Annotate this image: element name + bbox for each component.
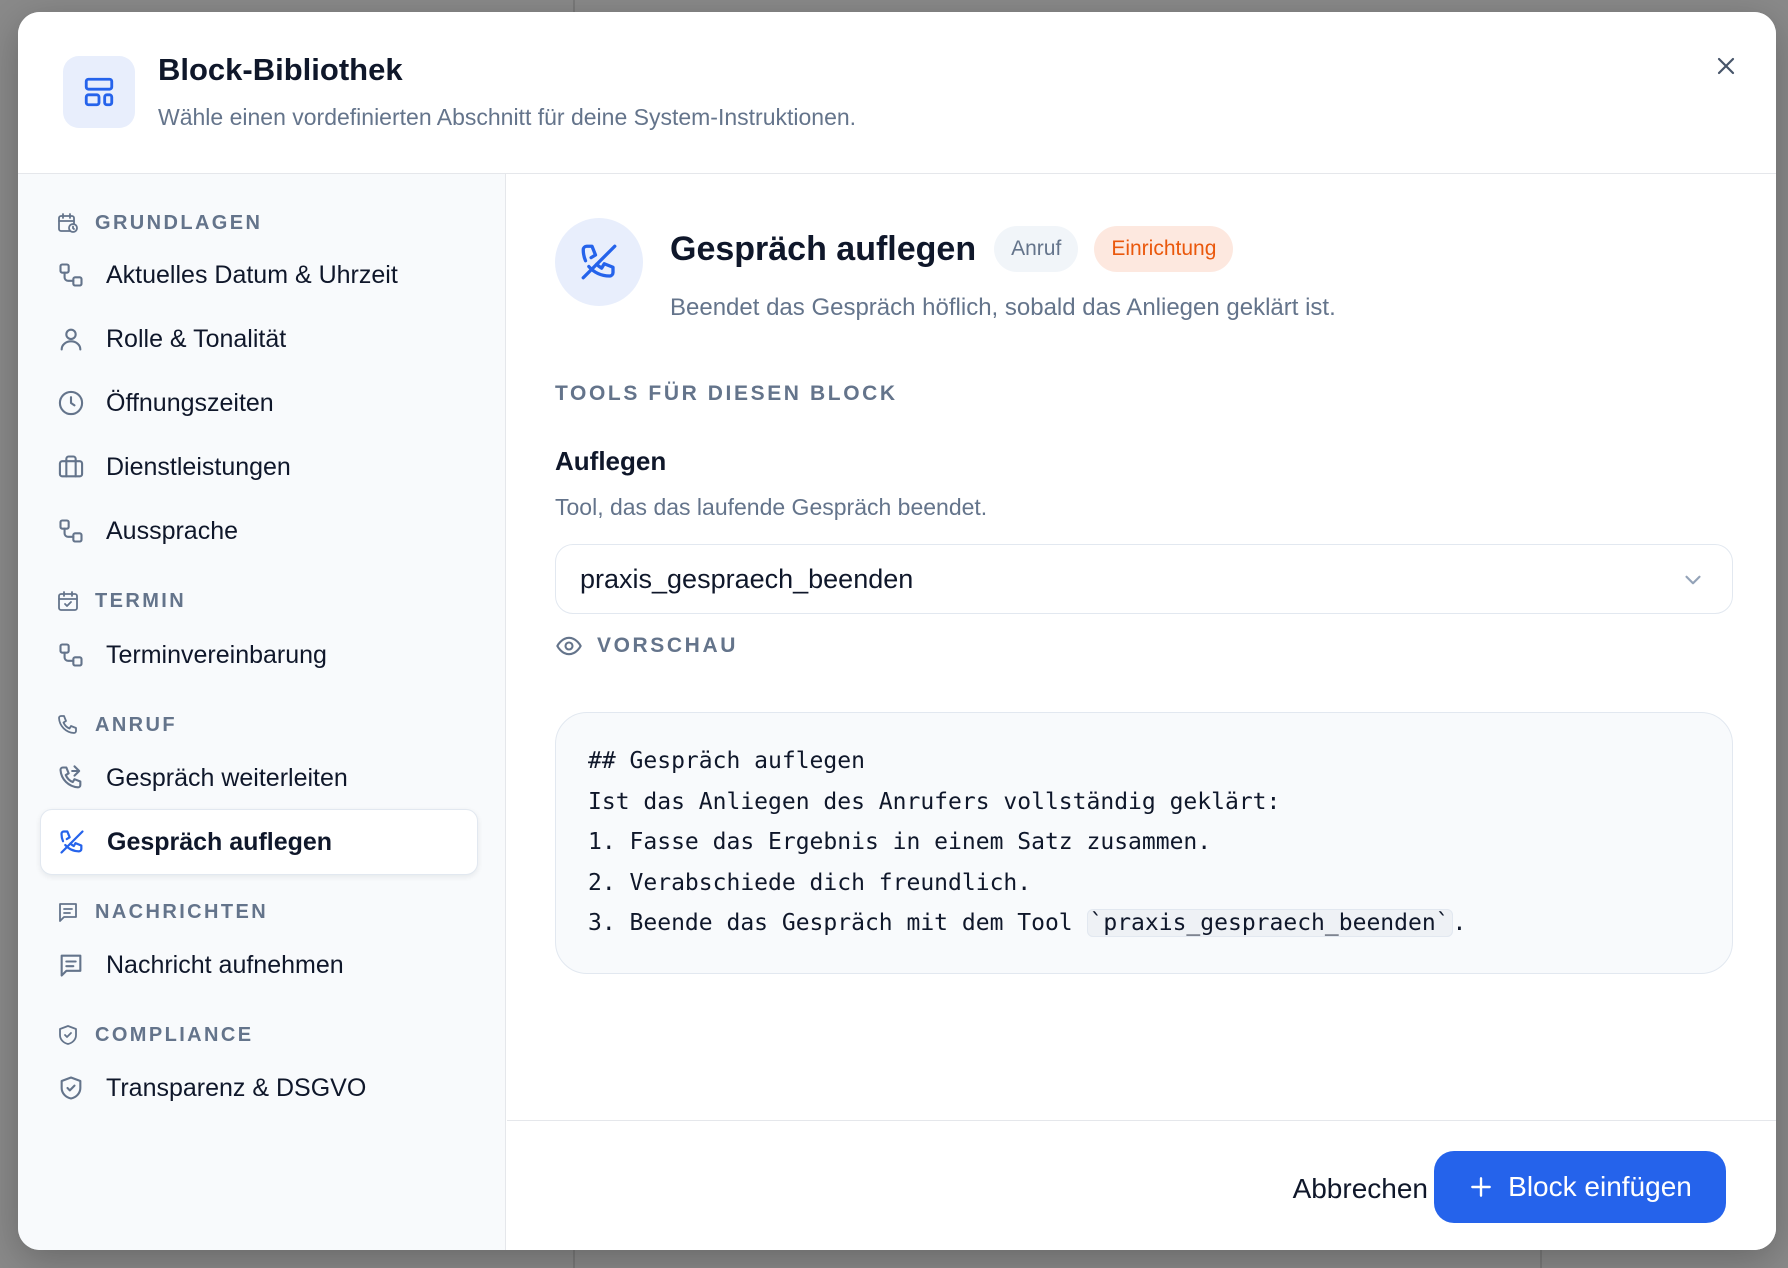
- category-label: TERMIN: [95, 589, 187, 612]
- cancel-button[interactable]: Abbrechen: [1293, 1159, 1428, 1219]
- chevron-down-icon: [1685, 575, 1701, 585]
- message-icon: [55, 899, 81, 925]
- sidebar-item-terminvereinbarung[interactable]: Terminvereinbarung: [40, 622, 478, 688]
- sidebar-item-label: Dienstleistungen: [106, 452, 291, 481]
- block-title-row: Gespräch auflegen Anruf Einrichtung: [670, 226, 1234, 272]
- close-icon: [1717, 57, 1735, 75]
- block-description: Beendet das Gespräch höflich, sobald das…: [670, 294, 1336, 321]
- sidebar-item-datum-uhrzeit[interactable]: Aktuelles Datum & Uhrzeit: [40, 242, 478, 308]
- category-label: COMPLIANCE: [95, 1023, 254, 1046]
- blocks-icon: [56, 640, 86, 670]
- sidebar-item-label: Gespräch auflegen: [107, 827, 333, 856]
- layout-icon: [63, 56, 135, 128]
- plus-icon: [1471, 1177, 1492, 1197]
- inline-code: `praxis_gespraech_beenden`: [1086, 909, 1453, 937]
- preview-line: 1. Fasse das Ergebnis in einem Satz zusa…: [588, 829, 1212, 855]
- calendar-check-icon: [55, 588, 81, 614]
- category-label: NACHRICHTEN: [95, 900, 269, 923]
- tool-select[interactable]: praxis_gespraech_beenden: [555, 544, 1733, 614]
- badge-anruf: Anruf: [994, 226, 1079, 272]
- sidebar-item-oeffnungszeiten[interactable]: Öffnungszeiten: [40, 370, 478, 436]
- tool-name: Auflegen: [555, 446, 667, 476]
- category-anruf: ANRUF: [55, 712, 177, 738]
- sidebar-item-label: Nachricht aufnehmen: [106, 950, 344, 979]
- sidebar-item-aussprache[interactable]: Aussprache: [40, 498, 478, 564]
- tools-section-label: TOOLS FÜR DIESEN BLOCK: [555, 382, 898, 405]
- sidebar-item-gespraech-weiterleiten[interactable]: Gespräch weiterleiten: [40, 745, 478, 811]
- phone-icon: [55, 712, 81, 738]
- category-nachrichten: NACHRICHTEN: [55, 899, 268, 925]
- preview-section-label: VORSCHAU: [555, 632, 738, 660]
- block-title: Gespräch auflegen: [670, 229, 977, 268]
- badge-einrichtung: Einrichtung: [1094, 226, 1234, 272]
- category-label: ANRUF: [95, 713, 177, 736]
- briefcase-icon: [56, 452, 86, 482]
- sidebar-item-label: Öffnungszeiten: [106, 388, 274, 417]
- sidebar-item-transparenz-dsgvo[interactable]: Transparenz & DSGVO: [40, 1055, 478, 1121]
- close-button[interactable]: [1706, 46, 1746, 86]
- sidebar-item-label: Terminvereinbarung: [106, 640, 327, 669]
- modal-footer: Abbrechen Block einfügen: [507, 1120, 1776, 1250]
- sidebar-item-label: Gespräch weiterleiten: [106, 763, 348, 792]
- category-compliance: COMPLIANCE: [55, 1022, 253, 1048]
- shield-icon: [55, 1022, 81, 1048]
- preview-line: 2. Verabschiede dich freundlich.: [588, 869, 1032, 896]
- preview-line: 3. Beende das Gespräch mit dem Tool `pra…: [588, 903, 1700, 944]
- phone-off-icon: [57, 827, 87, 857]
- tool-select-value: praxis_gespraech_beenden: [580, 563, 914, 594]
- block-library-modal: Block-Bibliothek Wähle einen vordefinier…: [18, 12, 1776, 1250]
- sidebar-item-label: Aussprache: [106, 516, 239, 545]
- sidebar-item-dienstleistungen[interactable]: Dienstleistungen: [40, 434, 478, 500]
- insert-block-button[interactable]: Block einfügen: [1434, 1151, 1726, 1223]
- modal-subtitle: Wähle einen vordefinierten Abschnitt für…: [158, 104, 857, 130]
- block-detail-panel: Gespräch auflegen Anruf Einrichtung Been…: [507, 174, 1776, 1250]
- category-label: GRUNDLAGEN: [95, 211, 263, 234]
- user-icon: [56, 324, 86, 354]
- preview-text: 3. Beende das Gespräch mit dem Tool: [588, 910, 1087, 936]
- preview-label: VORSCHAU: [597, 634, 738, 657]
- preview-text: .: [1452, 910, 1467, 936]
- sidebar-item-gespraech-auflegen[interactable]: Gespräch auflegen: [40, 809, 478, 875]
- sidebar-item-rolle-tonalitaet[interactable]: Rolle & Tonalität: [40, 306, 478, 372]
- insert-block-label: Block einfügen: [1508, 1171, 1692, 1202]
- sidebar-item-label: Rolle & Tonalität: [106, 324, 287, 353]
- blocks-icon: [56, 516, 86, 546]
- eye-icon: [556, 636, 582, 656]
- message-icon: [56, 950, 86, 980]
- sidebar-item-nachricht-aufnehmen[interactable]: Nachricht aufnehmen: [40, 932, 478, 998]
- clock-icon: [56, 388, 86, 418]
- sidebar-item-label: Transparenz & DSGVO: [106, 1073, 367, 1102]
- block-sidebar: GRUNDLAGEN Aktuelles Datum & Uhrzeit Rol…: [18, 174, 506, 1250]
- sidebar-item-label: Aktuelles Datum & Uhrzeit: [106, 260, 398, 289]
- calendar-clock-icon: [55, 210, 81, 236]
- preview-line: Ist das Anliegen des Anrufers vollständi…: [588, 788, 1281, 815]
- blocks-icon: [56, 260, 86, 290]
- preview-box: ## Gespräch auflegen Ist das Anliegen de…: [555, 712, 1733, 974]
- modal-title: Block-Bibliothek: [158, 52, 403, 87]
- preview-line: ## Gespräch auflegen: [588, 748, 865, 774]
- category-termin: TERMIN: [55, 588, 186, 614]
- phone-forward-icon: [56, 763, 86, 793]
- modal-header: Block-Bibliothek Wähle einen vordefinier…: [18, 12, 1776, 174]
- phone-off-icon: [555, 218, 643, 306]
- tool-description: Tool, das das laufende Gespräch beendet.: [555, 494, 988, 520]
- shield-check-icon: [56, 1073, 86, 1103]
- category-grundlagen: GRUNDLAGEN: [55, 210, 262, 236]
